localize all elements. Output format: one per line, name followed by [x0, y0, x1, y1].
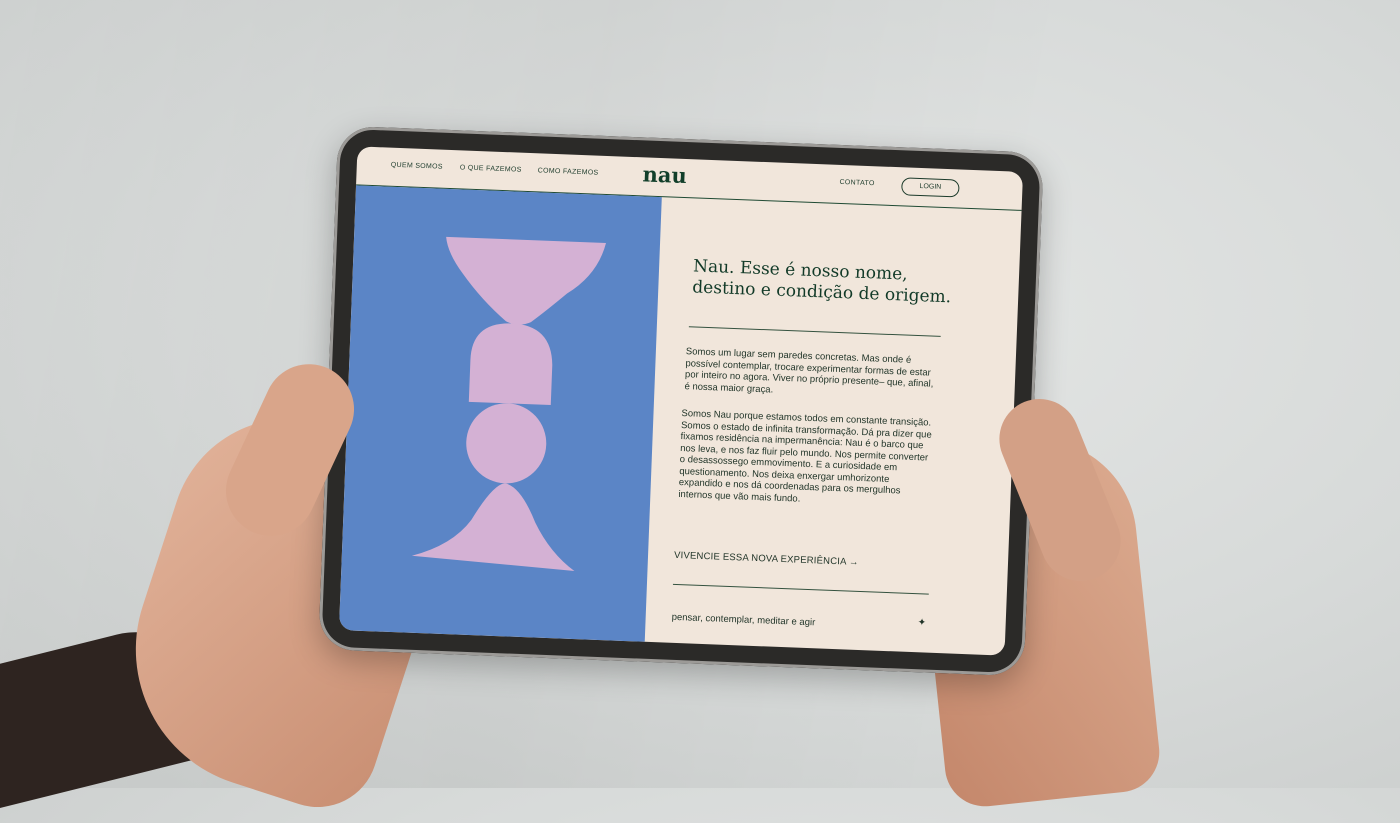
nav-link-como-fazemos[interactable]: COMO FAZEMOS — [538, 167, 599, 176]
paragraph-1: Somos um lugar sem paredes concretas. Ma… — [684, 346, 934, 396]
stacked-shapes-illustration — [411, 236, 607, 572]
tablet-device: QUEM SOMOS O QUE FAZEMOS COMO FAZEMOS na… — [318, 125, 1044, 677]
bottom-bell-shape — [411, 483, 575, 572]
nav-link-o-que-fazemos[interactable]: O QUE FAZEMOS — [460, 164, 522, 173]
logo[interactable]: nau — [642, 161, 687, 188]
login-button[interactable]: LOGIN — [901, 177, 960, 198]
hero-illustration-panel — [338, 185, 662, 642]
sparkle-icon: ✦ — [917, 617, 927, 629]
arch-shape — [468, 323, 553, 406]
cta-link[interactable]: VIVENCIE ESSA NOVA EXPERIÊNCIA → — [674, 550, 859, 568]
top-goblet-shape — [446, 236, 607, 325]
tablet-screen: QUEM SOMOS O QUE FAZEMOS COMO FAZEMOS na… — [338, 146, 1024, 656]
tagline: pensar, contemplar, meditar e agir — [671, 611, 816, 629]
circle-shape — [466, 403, 547, 484]
divider-top — [688, 326, 941, 337]
hero-content: Nau. Esse é nosso nome, destino e condiç… — [661, 198, 1008, 655]
nav-link-quem-somos[interactable]: QUEM SOMOS — [391, 162, 443, 171]
divider-bottom — [672, 583, 929, 595]
nav-link-contato[interactable]: CONTATO — [839, 179, 874, 187]
paragraph-2: Somos Nau porque estamos todos em consta… — [678, 408, 932, 505]
hero-headline: Nau. Esse é nosso nome, destino e condiç… — [692, 256, 973, 309]
